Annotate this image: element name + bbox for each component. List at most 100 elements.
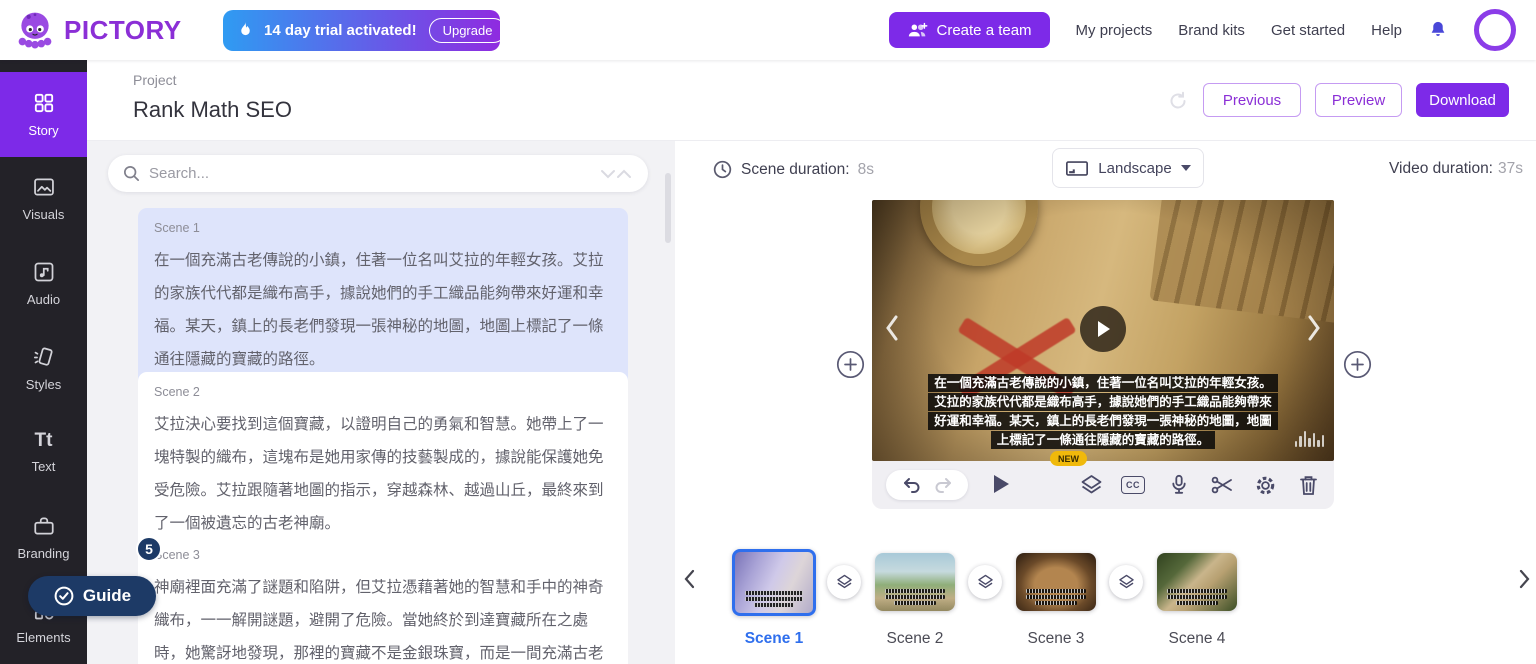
story-script-panel: Scene 1 在一個充滿古老傳說的小鎮，住著一位名叫艾拉的年輕女孩。艾拉的家族… [87,141,675,664]
sidebar-item-visuals[interactable]: Visuals [0,157,87,242]
subtitle-line: 艾拉的家族代代都是織布高手，據說她們的手工織品能夠帶來 [928,393,1278,411]
subtitle-overlay[interactable]: 在一個充滿古老傳說的小鎮，住著一位名叫艾拉的年輕女孩。 艾拉的家族代代都是織布高… [872,374,1334,450]
pictory-logo[interactable]: PICTORY [14,9,182,51]
new-feature-badge: NEW [1050,451,1087,466]
scissors-trim-icon[interactable] [1210,474,1234,496]
undo-redo-group [886,470,968,500]
sidebar-item-label: Story [28,123,58,138]
project-header: Project Rank Math SEO Previous Preview D… [87,60,1536,141]
previous-scene-chevron-icon[interactable] [884,314,900,342]
thumbnail-subtitle-chips [882,589,948,606]
sidebar-item-label: Visuals [23,207,65,222]
next-scene-chevron-icon[interactable] [1306,314,1322,342]
sidebar-item-audio[interactable]: Audio [0,241,87,326]
video-canvas[interactable]: 在一個充滿古老傳說的小鎮，住著一位名叫艾拉的年輕女孩。 艾拉的家族代代都是織布高… [872,200,1334,461]
visuals-image-icon [32,175,56,199]
sidebar-item-label: Elements [16,630,70,645]
aspect-ratio-dropdown[interactable]: Landscape [1052,148,1204,188]
brand-name: PICTORY [64,15,182,46]
check-circle-icon [53,585,75,607]
subtitle-line: 在一個充滿古老傳說的小鎮，住著一位名叫艾拉的年輕女孩。 [928,374,1278,392]
nav-brand-kits[interactable]: Brand kits [1178,22,1245,39]
audio-waveform-icon [1295,431,1325,447]
topbar-right: Create a team My projects Brand kits Get… [889,0,1517,60]
aspect-ratio-value: Landscape [1098,160,1171,177]
trial-text: 14 day trial activated! [264,22,417,39]
thumbnail-scene-4[interactable] [1157,553,1237,611]
transition-layers-button[interactable] [827,565,861,599]
play-icon[interactable] [992,474,1010,494]
search-collapse-chevrons-icon[interactable] [598,165,634,183]
scene-card-3[interactable]: Scene 3 神廟裡面充滿了謎題和陷阱，但艾拉憑藉著她的智慧和手中的神奇織布，… [138,535,628,664]
undo-icon[interactable] [902,477,922,493]
thumbnail-label-scene-1[interactable]: Scene 1 [719,630,829,648]
microphone-icon[interactable] [1168,474,1190,496]
transition-layers-button[interactable] [968,565,1002,599]
video-toolbar: NEW CC [872,461,1334,509]
video-duration-value: 37s [1498,160,1523,178]
sidebar-item-text[interactable]: Tt Text [0,410,87,495]
preview-button[interactable]: Preview [1315,83,1402,117]
text-tt-icon: Tt [35,431,53,451]
strip-next-chevron-icon[interactable] [1518,569,1531,589]
sidebar-item-styles[interactable]: Styles [0,326,87,411]
nav-help[interactable]: Help [1371,22,1402,39]
guide-label: Guide [83,586,131,606]
thumbnail-subtitle-chips [1164,589,1230,606]
scene-card-2[interactable]: Scene 2 艾拉決心要找到這個寶藏，以證明自己的勇氣和智慧。她帶上了一塊特製… [138,372,628,555]
thumbnail-label-scene-4[interactable]: Scene 4 [1142,630,1252,648]
create-team-label: Create a team [937,22,1032,39]
sidebar-item-story[interactable]: Story [0,72,87,157]
thumbnail-scene-2[interactable] [875,553,955,611]
scene-list-scrollbar[interactable] [665,173,671,243]
scene-card-text[interactable]: 神廟裡面充滿了謎題和陷阱，但艾拉憑藉著她的智慧和手中的神奇織布，一一解開謎題，避… [154,571,612,664]
thumbnail-label-scene-2[interactable]: Scene 2 [860,630,970,648]
flame-icon [237,21,254,40]
search-input[interactable] [149,165,590,182]
redo-icon[interactable] [933,477,953,493]
add-scene-left-button[interactable] [836,350,865,379]
notifications-bell-icon[interactable] [1428,19,1448,41]
user-avatar[interactable] [1474,9,1516,51]
scene-card-label: Scene 2 [154,385,612,399]
scene-duration-value: 8s [858,161,874,179]
strip-prev-chevron-icon[interactable] [683,569,696,589]
video-play-button[interactable] [1080,306,1126,352]
transition-layers-button[interactable] [1109,565,1143,599]
thumbnail-subtitle-chips [742,591,806,608]
trial-banner: 14 day trial activated! Upgrade [223,10,500,51]
upgrade-button[interactable]: Upgrade [429,18,507,43]
scene-card-label: Scene 1 [154,221,612,235]
landscape-frame-icon [1065,159,1089,178]
nav-get-started[interactable]: Get started [1271,22,1345,39]
previous-button[interactable]: Previous [1203,83,1301,117]
nav-my-projects[interactable]: My projects [1076,22,1153,39]
team-people-icon [907,21,929,39]
sidebar-item-label: Styles [26,377,61,392]
thumbnail-label-scene-3[interactable]: Scene 3 [1001,630,1111,648]
sync-refresh-icon[interactable] [1167,90,1189,112]
settings-gear-icon[interactable] [1254,474,1277,497]
chevron-down-icon [1181,165,1191,171]
add-scene-right-button[interactable] [1343,350,1372,379]
top-bar: PICTORY 14 day trial activated! Upgrade [0,0,1536,60]
video-preview-panel: Scene duration: 8s Landscape Video durat… [675,141,1536,664]
scene-card-text[interactable]: 艾拉決心要找到這個寶藏，以證明自己的勇氣和智慧。她帶上了一塊特製的織布，這塊布是… [154,408,612,540]
guide-button[interactable]: Guide [28,576,156,616]
sidebar-item-label: Branding [17,546,69,561]
search-bar [108,155,648,192]
project-title: Rank Math SEO [133,97,292,123]
scene-duration: Scene duration: 8s [712,159,874,180]
layers-icon[interactable] [1080,474,1103,496]
audio-note-icon [32,260,56,284]
thumbnail-scene-3[interactable] [1016,553,1096,611]
video-duration: Video duration: 37s [1389,160,1523,178]
download-button[interactable]: Download [1416,83,1509,117]
scene-card-1[interactable]: Scene 1 在一個充滿古老傳說的小鎮，住著一位名叫艾拉的年輕女孩。艾拉的家族… [138,208,628,391]
thumbnail-scene-1[interactable] [732,549,816,616]
scene-card-text[interactable]: 在一個充滿古老傳說的小鎮，住著一位名叫艾拉的年輕女孩。艾拉的家族代代都是織布高手… [154,244,612,376]
delete-trash-icon[interactable] [1298,474,1319,496]
captions-cc-icon[interactable]: CC [1121,476,1145,494]
create-team-button[interactable]: Create a team [889,12,1050,48]
sidebar-item-branding[interactable]: Branding [0,495,87,580]
